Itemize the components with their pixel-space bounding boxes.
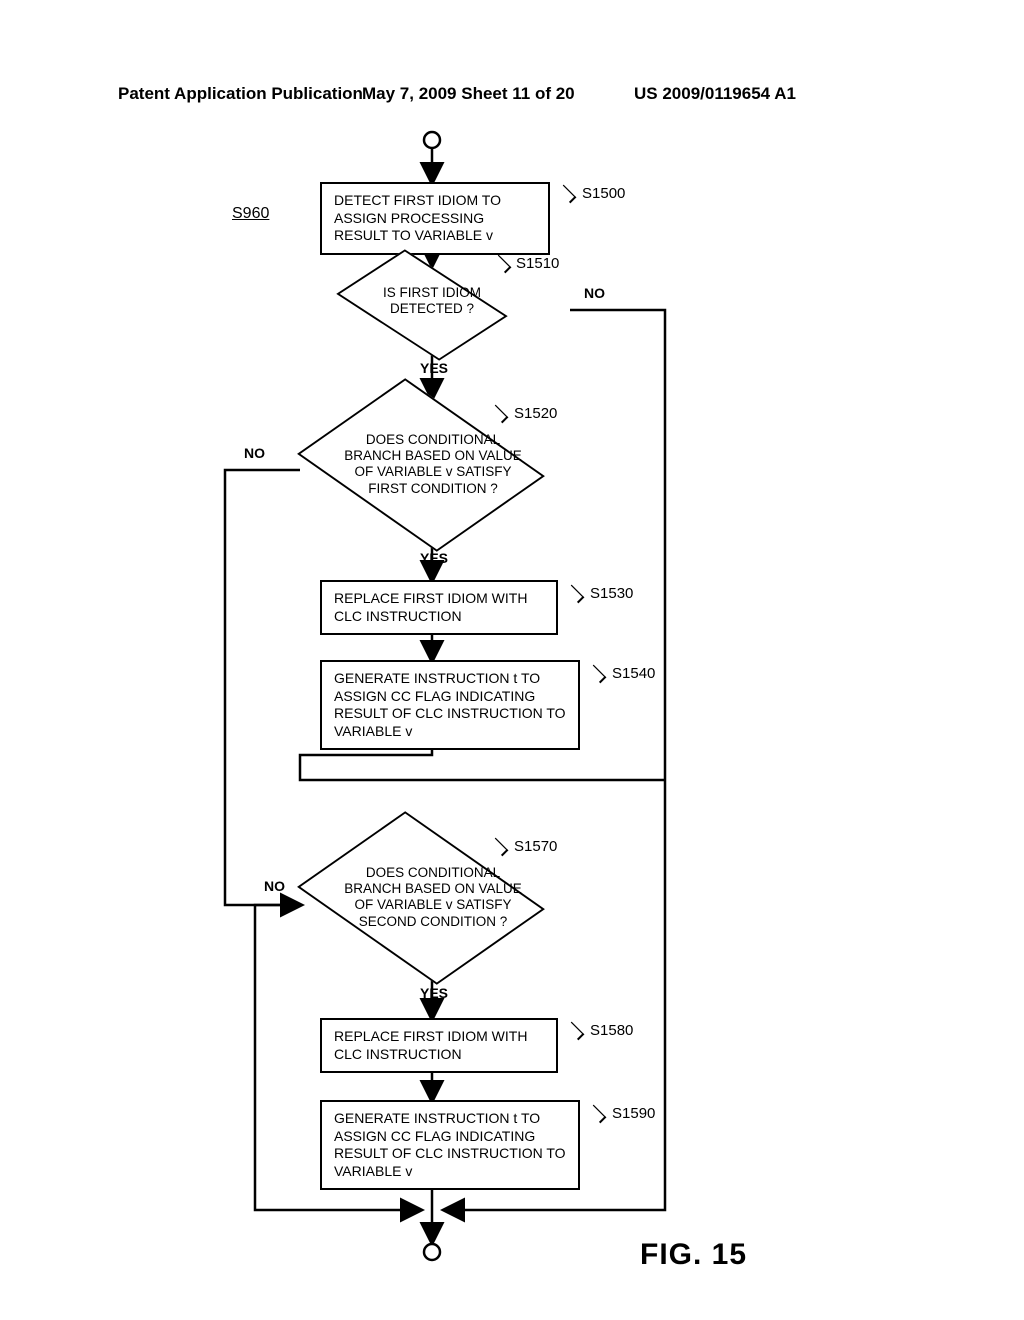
step-label-s1590: S1590 — [612, 1105, 655, 1122]
step-label-s1500: S1500 — [582, 185, 625, 202]
process-s1580: REPLACE FIRST IDIOM WITH CLC INSTRUCTION — [320, 1018, 558, 1073]
process-s1590: GENERATE INSTRUCTION t TO ASSIGN CC FLAG… — [320, 1100, 580, 1190]
step-label-s1570: S1570 — [514, 838, 557, 855]
page: Patent Application Publication May 7, 20… — [0, 0, 1024, 1320]
process-s1540: GENERATE INSTRUCTION t TO ASSIGN CC FLAG… — [320, 660, 580, 750]
leader-tick-icon — [588, 1105, 607, 1124]
step-label-s1580: S1580 — [590, 1022, 633, 1039]
step-label-s1530: S1530 — [590, 585, 633, 602]
leader-tick-icon — [490, 838, 509, 857]
leader-tick-icon — [493, 255, 512, 274]
process-s1530: REPLACE FIRST IDIOM WITH CLC INSTRUCTION — [320, 580, 558, 635]
header-right: US 2009/0119654 A1 — [634, 84, 796, 104]
decision-s1510-text: IS FIRST IDIOM DETECTED ? — [370, 285, 494, 317]
leader-tick-icon — [566, 585, 585, 604]
header-left: Patent Application Publication — [118, 84, 363, 104]
decision-s1520-text: DOES CONDITIONAL BRANCH BASED ON VALUE O… — [338, 432, 528, 497]
figure-label: FIG. 15 — [640, 1238, 747, 1272]
process-s1500: DETECT FIRST IDIOM TO ASSIGN PROCESSING … — [320, 182, 550, 255]
label-no: NO — [264, 878, 285, 894]
label-yes: YES — [420, 985, 448, 1001]
label-yes: YES — [420, 360, 448, 376]
leader-tick-icon — [490, 405, 509, 424]
step-label-s1520: S1520 — [514, 405, 557, 422]
leader-tick-icon — [588, 665, 607, 684]
decision-s1570-text: DOES CONDITIONAL BRANCH BASED ON VALUE O… — [338, 865, 528, 930]
step-label-s1540: S1540 — [612, 665, 655, 682]
section-ref: S960 — [232, 205, 269, 223]
leader-tick-icon — [566, 1022, 585, 1041]
label-yes: YES — [420, 550, 448, 566]
step-label-s1510: S1510 — [516, 255, 559, 272]
label-no: NO — [244, 445, 265, 461]
header-middle: May 7, 2009 Sheet 11 of 20 — [362, 84, 575, 104]
leader-tick-icon — [558, 185, 577, 204]
label-no: NO — [584, 285, 605, 301]
